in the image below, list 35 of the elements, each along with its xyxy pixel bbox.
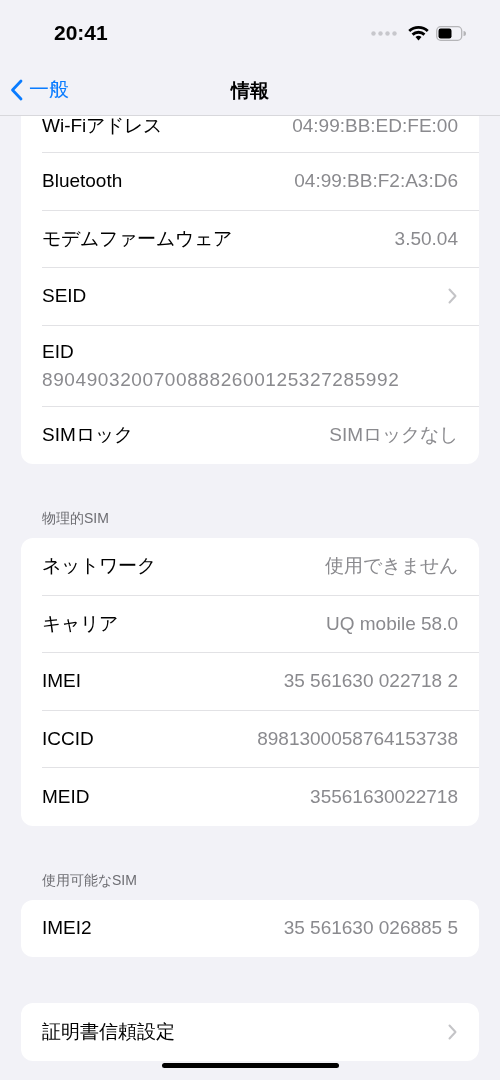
row-label: キャリア [42,611,118,636]
row-value: 04:99:BB:F2:A3:D6 [294,170,458,193]
status-time: 20:41 [54,21,108,45]
row-label: EID [42,340,74,363]
row-label: MEID [42,785,90,808]
row-value: 35561630022718 [310,785,458,808]
battery-icon [436,25,466,41]
row-value: 35 561630 022718 2 [283,670,458,693]
row-label: モデムファームウェア [42,226,232,251]
back-chevron-icon [10,78,23,101]
row-value: 89049032007008882600125327285992 [42,368,400,391]
section-header: 使用可能なSIM [42,871,138,890]
row-value: SIMロックなし [329,423,458,448]
row-label: Wi-Fiアドレス [42,116,163,136]
row-value: 3.50.04 [394,227,458,250]
settings-row[interactable]: 証明書信頼設定 [42,1003,479,1061]
no-signal-icon [371,30,397,36]
row-value: 使用できません [325,554,458,579]
row-value: 04:99:BB:ED:FE:00 [292,116,458,136]
row-label: IMEI [42,670,82,693]
row-value: 8981300058764153738 [257,727,458,750]
wifi-icon [408,25,429,41]
section-header: 物理的SIM [42,510,110,528]
settings-row[interactable]: SEID [42,268,479,326]
row-label: IMEI2 [42,917,92,940]
page-title: 情報 [231,78,269,103]
row-label: ネットワーク [42,554,156,579]
row-label: ICCID [42,727,94,750]
row-value: 35 561630 026885 5 [283,917,458,940]
row-value: UQ mobile 58.0 [326,612,458,635]
chevron-icon [448,288,457,305]
row-label: Bluetooth [42,170,123,193]
back-button[interactable]: 一般 [10,76,69,103]
row-label: SIMロック [42,423,133,448]
chevron-icon [448,1023,457,1040]
